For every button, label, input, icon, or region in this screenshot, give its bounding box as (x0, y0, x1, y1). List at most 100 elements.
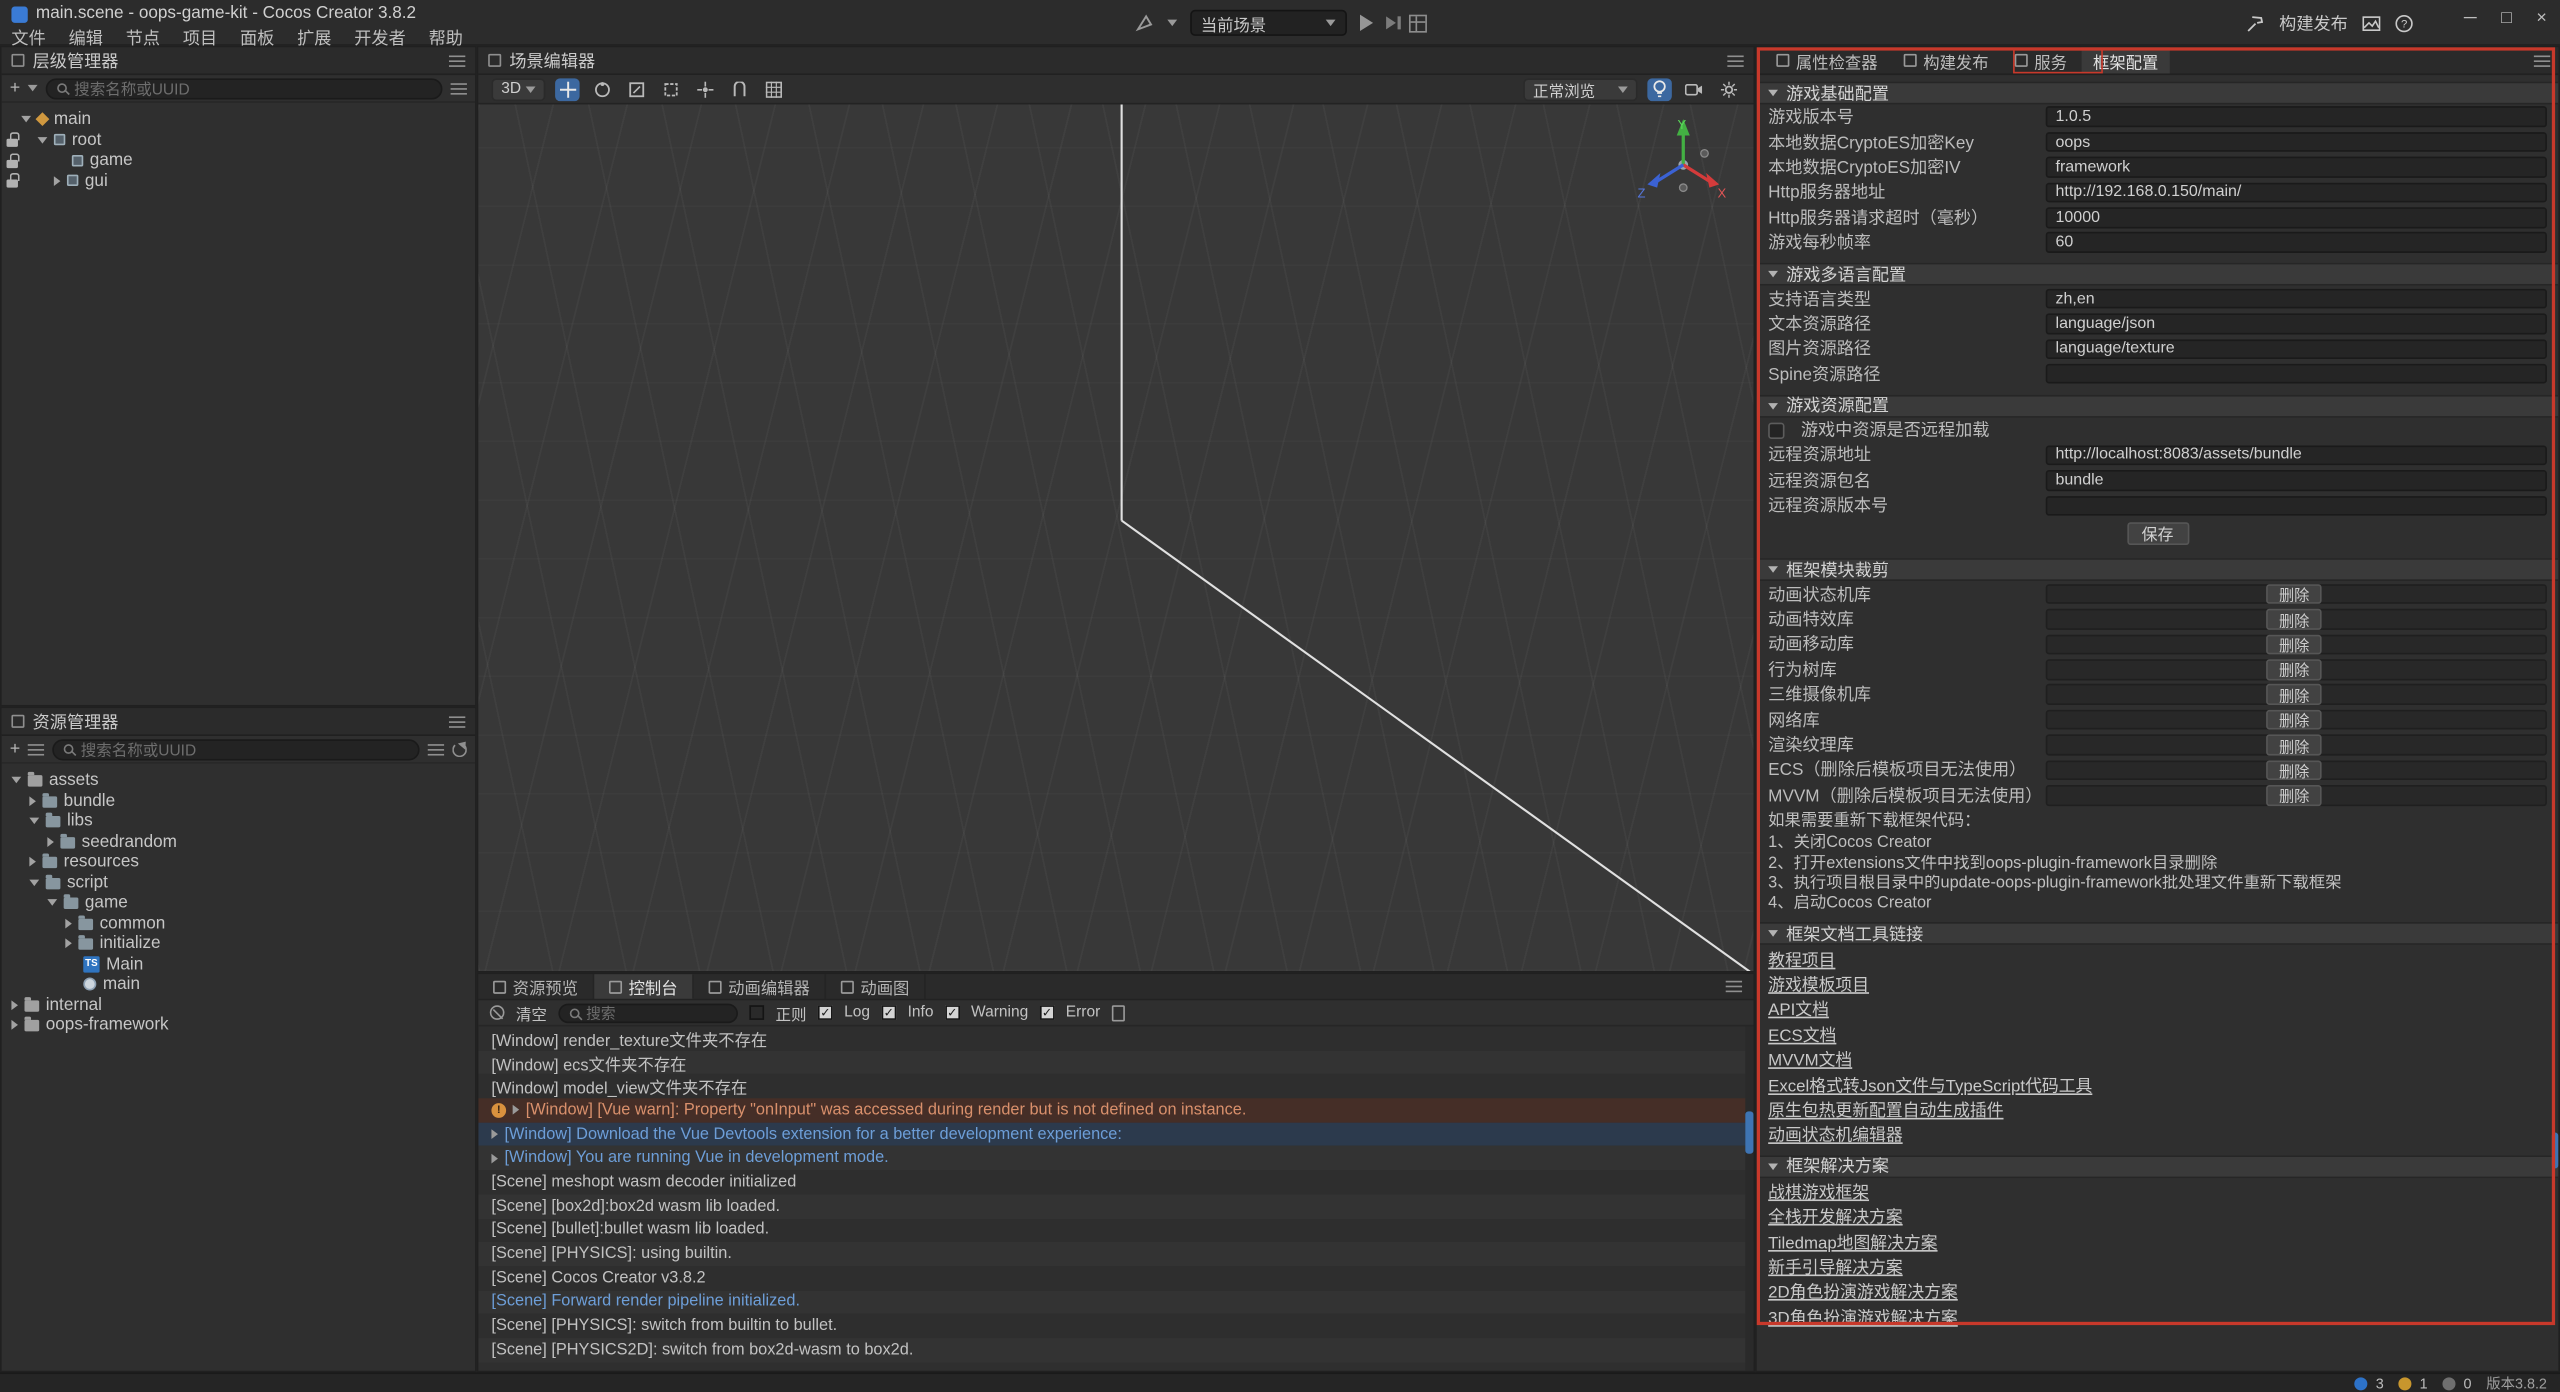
clear-button[interactable]: 清空 (516, 1001, 547, 1024)
console-log-row[interactable]: [Scene] [PHYSICS]: switch from builtin t… (478, 1314, 1753, 1338)
device-caret-icon[interactable] (1167, 20, 1177, 27)
tab-build-publish[interactable]: 构建发布 (1892, 47, 2000, 73)
scene-menu-icon[interactable] (1727, 53, 1743, 68)
scene-viewport[interactable]: Y X Z (478, 104, 1753, 971)
assets-menu-icon[interactable] (449, 714, 465, 729)
console-log-row[interactable]: [Window] model_view文件夹不存在 (478, 1074, 1753, 1098)
console-log-row-selected[interactable]: [Window] Download the Vue Devtools exten… (478, 1122, 1753, 1146)
console-log-row[interactable]: [Window] You are running Vue in developm… (478, 1146, 1753, 1170)
assets-sort-icon[interactable] (28, 742, 44, 757)
scene-selector-dropdown[interactable]: 当前场景 (1189, 10, 1346, 36)
play-button[interactable] (1359, 15, 1372, 31)
tab-property-inspector[interactable]: 属性检查器 (1765, 47, 1889, 73)
create-node-button[interactable]: + (10, 80, 21, 96)
game-version-input[interactable]: 1.0.5 (2046, 107, 2547, 127)
remote-bundle-input[interactable]: bundle (2046, 470, 2547, 490)
minimize-button[interactable]: ─ (2464, 8, 2477, 28)
tab-service[interactable]: 服务 (2003, 47, 2078, 73)
lock-icon[interactable] (7, 153, 18, 168)
delete-module-button[interactable]: 删除 (2266, 710, 2322, 730)
doc-link[interactable]: Excel格式转Json文件与TypeScript代码工具 (1768, 1072, 2092, 1096)
filter-error-checkbox[interactable]: ✓ (1040, 1005, 1055, 1020)
console-log-row[interactable]: [Scene] Forward render pipeline initiali… (478, 1290, 1753, 1314)
filter-log-checkbox[interactable]: ✓ (818, 1005, 833, 1020)
collapsed-arrow-icon[interactable] (29, 796, 36, 806)
clear-icon[interactable] (490, 1005, 505, 1020)
section-resource[interactable]: 游戏资源配置 (1757, 395, 2559, 418)
doc-link[interactable]: 教程项目 (1768, 946, 1835, 970)
section-game-basic[interactable]: 游戏基础配置 (1757, 82, 2559, 105)
collapsed-arrow-icon[interactable] (11, 1020, 18, 1030)
create-asset-button[interactable]: + (10, 741, 21, 757)
tab-asset-preview[interactable]: 资源预览 (478, 974, 594, 998)
collapsed-arrow-icon[interactable] (65, 918, 72, 928)
delete-module-button[interactable]: 删除 (2266, 634, 2322, 654)
collapsed-arrow-icon[interactable] (47, 837, 54, 847)
delete-module-button[interactable]: 删除 (2266, 609, 2322, 629)
delete-module-button[interactable]: 删除 (2266, 685, 2322, 705)
expand-arrow-icon[interactable] (21, 116, 31, 123)
assets-search-input[interactable]: 搜索名称或UUID (53, 738, 420, 759)
hierarchy-node-gui[interactable]: gui (2, 171, 475, 191)
inspector-scrollbar-thumb[interactable] (2552, 1133, 2559, 1169)
delete-module-button[interactable]: 删除 (2266, 785, 2322, 805)
asset-node-main-ts[interactable]: TS Main (2, 954, 475, 974)
doc-link[interactable]: 游戏模板项目 (1768, 971, 1869, 995)
language-types-input[interactable]: zh,en (2046, 288, 2547, 308)
remote-load-checkbox[interactable] (1768, 422, 1784, 438)
camera-icon[interactable] (1682, 78, 1706, 101)
maximize-button[interactable]: □ (2501, 8, 2512, 28)
asset-node-oops-framework[interactable]: oops-framework (2, 1015, 475, 1035)
asset-node-bundle[interactable]: bundle (2, 791, 475, 811)
help-icon[interactable]: ? (2395, 15, 2413, 33)
http-timeout-input[interactable]: 10000 (2046, 207, 2547, 227)
step-button[interactable] (1385, 16, 1395, 29)
solution-link[interactable]: 战棋游戏框架 (1768, 1178, 1869, 1202)
doc-link[interactable]: MVVM文档 (1768, 1046, 1852, 1070)
expand-arrow-icon[interactable] (47, 900, 57, 907)
console-scrollbar[interactable] (1745, 1026, 1753, 1370)
console-log-row[interactable]: [Scene] [PHYSICS2D]: switch from box2d-w… (478, 1338, 1753, 1362)
section-language[interactable]: 游戏多语言配置 (1757, 263, 2559, 286)
other-count-icon[interactable] (2442, 1376, 2455, 1389)
console-log-row[interactable]: [Scene] [box2d]:box2d wasm lib loaded. (478, 1194, 1753, 1218)
grid-snap-tool-icon[interactable] (761, 78, 785, 101)
asset-node-seedrandom[interactable]: seedrandom (2, 831, 475, 851)
solution-link[interactable]: 新手引导解决方案 (1768, 1253, 1902, 1277)
save-button[interactable]: 保存 (2127, 523, 2189, 546)
console-log-row-warning[interactable]: ! [Window] [Vue warn]: Property "onInput… (478, 1098, 1753, 1122)
solution-link[interactable]: 3D角色扮演游戏解决方案 (1768, 1303, 1958, 1327)
hierarchy-node-game[interactable]: game (2, 150, 475, 170)
solution-link[interactable]: 全栈开发解决方案 (1768, 1203, 1902, 1227)
http-server-input[interactable]: http://192.168.0.150/main/ (2046, 182, 2547, 202)
tab-framework-config[interactable]: 框架配置 (2082, 47, 2170, 73)
doc-link[interactable]: 原生包热更新配置自动生成插件 (1768, 1097, 2003, 1121)
console-menu-icon[interactable] (1726, 979, 1742, 994)
delete-module-button[interactable]: 删除 (2266, 659, 2322, 679)
console-log-row[interactable]: [Scene] [PHYSICS]: using builtin. (478, 1242, 1753, 1266)
image-icon[interactable] (2362, 15, 2380, 33)
collapsed-arrow-icon[interactable] (65, 939, 72, 949)
filter-warning-checkbox[interactable]: ✓ (945, 1005, 960, 1020)
scrollbar-thumb[interactable] (1745, 1111, 1753, 1153)
crypto-key-input[interactable]: oops (2046, 132, 2547, 152)
console-log-row[interactable]: [Window] render_texture文件夹不存在 (478, 1026, 1753, 1050)
hierarchy-node-root[interactable]: root (2, 130, 475, 150)
solution-link[interactable]: 2D角色扮演游戏解决方案 (1768, 1278, 1958, 1302)
gear-icon[interactable] (1716, 78, 1740, 101)
asset-node-script[interactable]: script (2, 872, 475, 892)
console-log-row[interactable]: [Scene] meshopt wasm decoder initialized (478, 1170, 1753, 1194)
filter-info-checkbox[interactable]: ✓ (881, 1005, 896, 1020)
lock-icon[interactable] (7, 173, 18, 188)
asset-node-initialize[interactable]: initialize (2, 933, 475, 953)
rect-tool-icon[interactable] (658, 78, 682, 101)
delete-module-button[interactable]: 删除 (2266, 760, 2322, 780)
doc-link[interactable]: 动画状态机编辑器 (1768, 1122, 1902, 1146)
doc-link[interactable]: ECS文档 (1768, 1021, 1836, 1045)
anchor-tool-icon[interactable] (693, 78, 717, 101)
preview-device-icon[interactable] (1134, 13, 1154, 33)
console-log-row[interactable]: [Scene] Cocos Creator v3.8.2 (478, 1266, 1753, 1290)
log-file-icon[interactable] (1112, 1004, 1125, 1020)
inspector-menu-icon[interactable] (2534, 53, 2550, 68)
asset-node-libs[interactable]: libs (2, 811, 475, 831)
